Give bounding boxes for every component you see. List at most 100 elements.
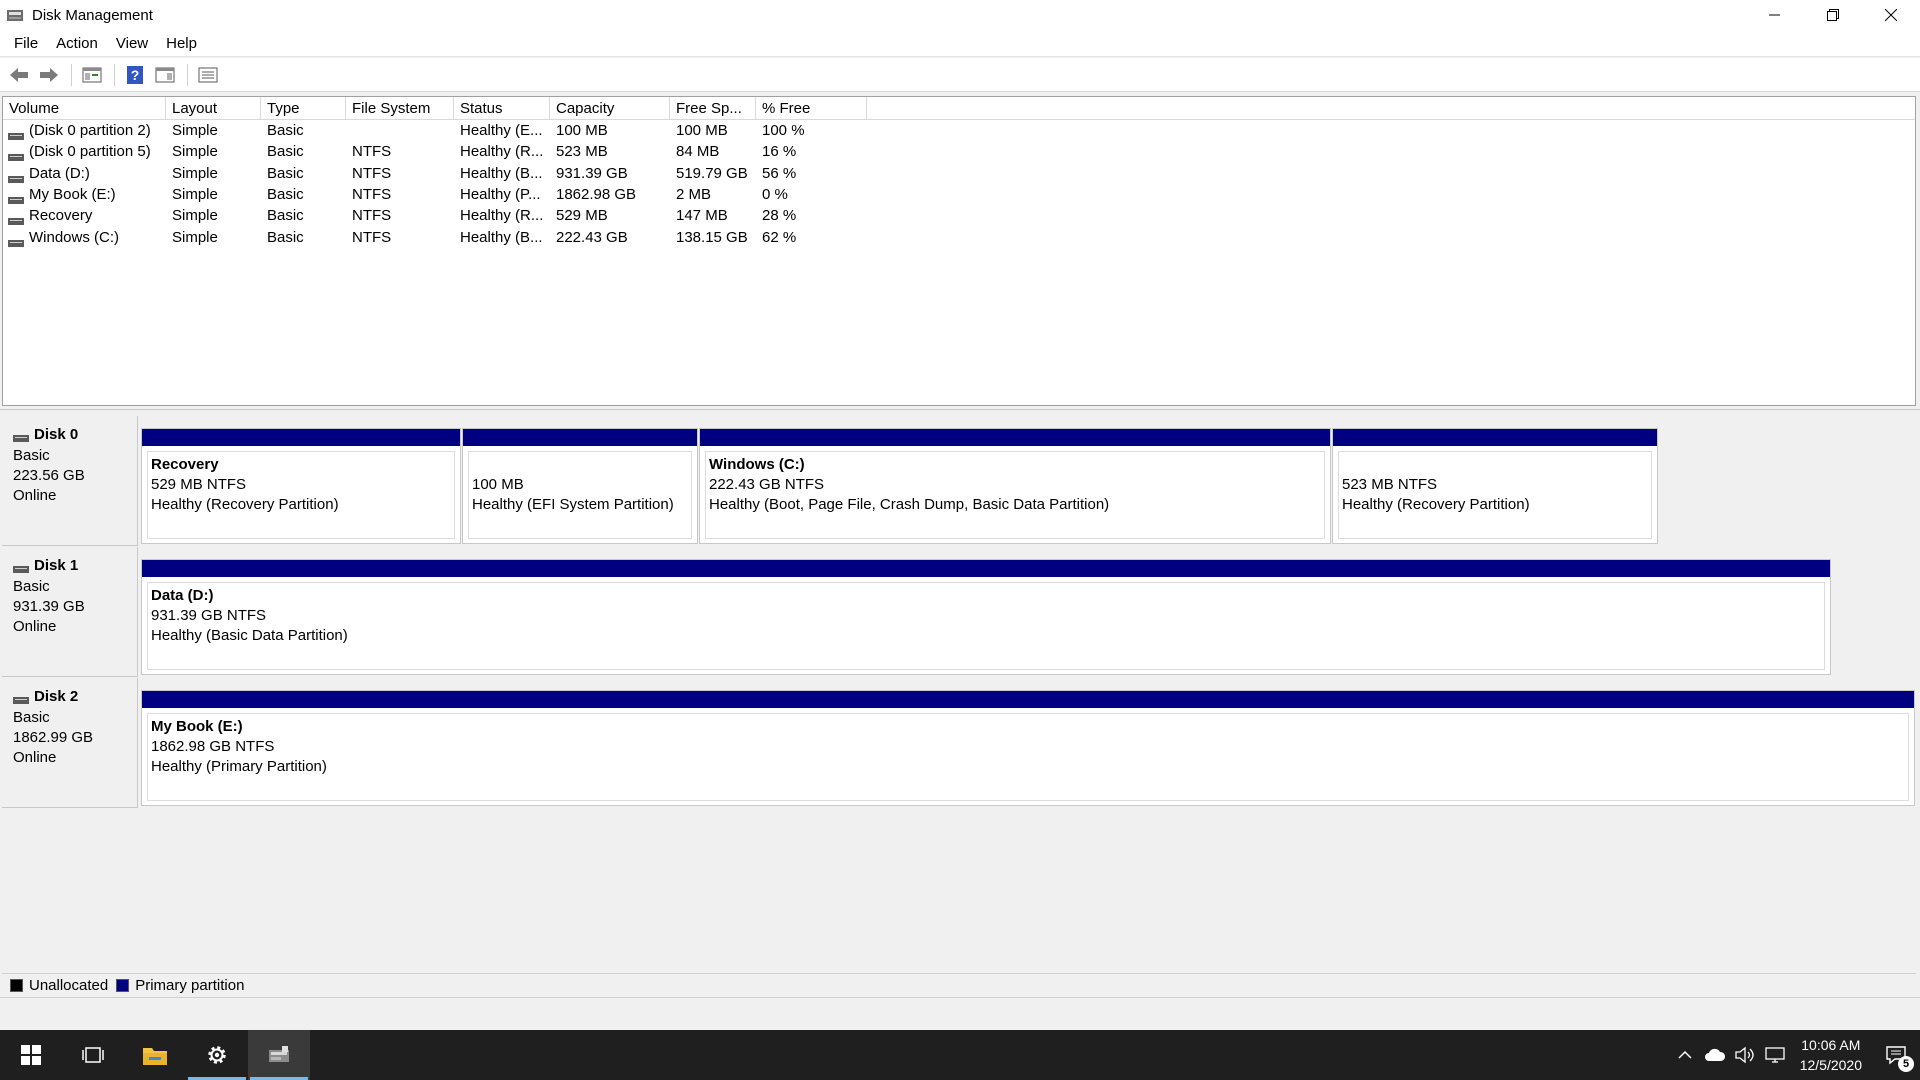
table-cell: Healthy (E... (454, 120, 550, 141)
console-tree-icon (82, 67, 102, 82)
table-cell: Basic (261, 227, 346, 248)
disk-size: 1862.99 GB (13, 729, 94, 746)
table-row[interactable]: Data (D:) Simple Basic NTFS Healthy (B... 931… (3, 163, 1915, 184)
disk-label-2[interactable]: Disk 2 Basic 1862.99 GB Online (2, 678, 138, 808)
file-explorer-button[interactable] (124, 1030, 186, 1080)
forward-button[interactable] (35, 62, 63, 88)
show-hidden-icons-button[interactable] (1670, 1030, 1700, 1080)
column-header-status[interactable]: Status (454, 97, 550, 120)
close-button[interactable] (1862, 0, 1920, 30)
table-row[interactable]: (Disk 0 partition 5) Simple Basic NTFS Healt… (3, 141, 1915, 162)
settings-button[interactable] (186, 1030, 248, 1080)
menu-file[interactable]: File (5, 30, 47, 57)
column-header-type[interactable]: Type (261, 97, 346, 120)
cell-text: 147 MB (676, 207, 728, 225)
table-cell: Simple (166, 163, 261, 184)
column-header-percent-free[interactable]: % Free (756, 97, 867, 120)
partition-windows-c[interactable]: Windows (C:) 222.43 GB NTFS Healthy (Boo… (699, 428, 1331, 544)
back-button[interactable] (5, 62, 33, 88)
cell-text: 100 MB (676, 122, 728, 140)
table-cell: Healthy (B... (454, 163, 550, 184)
primary-partition-bar (700, 429, 1330, 446)
cell-text: 100 MB (556, 122, 608, 140)
table-cell: (Disk 0 partition 5) (3, 141, 166, 162)
legend: Unallocated Primary partition (2, 973, 1916, 997)
cell-text: Basic (267, 207, 304, 225)
start-button[interactable] (0, 1030, 62, 1080)
help-button[interactable]: ? (121, 62, 149, 88)
toolbar: ? (0, 58, 1920, 92)
cell-text: Healthy (B... (460, 228, 543, 246)
partition-recovery[interactable]: Recovery 529 MB NTFS Healthy (Recovery P… (141, 428, 461, 544)
table-row[interactable]: Windows (C:) Simple Basic NTFS Healthy (B...… (3, 226, 1915, 247)
table-cell: 84 MB (670, 141, 756, 162)
menu-action[interactable]: Action (47, 30, 107, 57)
menu-view[interactable]: View (107, 30, 157, 57)
volume-button[interactable] (1730, 1030, 1760, 1080)
partition-data-d[interactable]: Data (D:) 931.39 GB NTFS Healthy (Basic … (141, 559, 1831, 675)
cell-text: Basic (267, 164, 304, 182)
minimize-button[interactable] (1746, 0, 1804, 30)
partition-my-book-e[interactable]: My Book (E:) 1862.98 GB NTFS Healthy (Pr… (141, 690, 1915, 806)
onedrive-button[interactable] (1700, 1030, 1730, 1080)
disk-type: Basic (13, 709, 50, 726)
menu-help[interactable]: Help (157, 30, 206, 57)
toolbar-separator (187, 63, 188, 86)
clock-time: 10:06 AM (1801, 1037, 1861, 1053)
cell-text: Healthy (E... (460, 122, 543, 140)
volume-list[interactable]: Volume Layout Type File System Status Ca… (2, 96, 1916, 406)
volume-icon (8, 169, 24, 183)
partition-efi[interactable]: 100 MB Healthy (EFI System Partition) (462, 428, 698, 544)
partition-name: My Book (E:) (151, 718, 243, 735)
table-row[interactable]: (Disk 0 partition 2) Simple Basic Healthy (… (3, 120, 1915, 141)
restore-button[interactable] (1804, 0, 1862, 30)
clock[interactable]: 10:06 AM 12/5/2020 (1790, 1035, 1872, 1075)
cell-text: 0 % (762, 186, 788, 204)
cell-text: 523 MB (556, 143, 608, 161)
task-view-button[interactable] (62, 1030, 124, 1080)
cell-text: Simple (172, 164, 218, 182)
action-center-button[interactable]: 5 (1872, 1030, 1920, 1080)
table-cell: 222.43 GB (550, 227, 670, 248)
system-tray: 10:06 AM 12/5/2020 5 (1670, 1030, 1920, 1080)
table-row[interactable]: My Book (E:) Simple Basic NTFS Healthy (P...… (3, 184, 1915, 205)
folder-icon (143, 1048, 167, 1065)
column-header-volume[interactable]: Volume (3, 97, 166, 120)
disk-management-icon (6, 7, 24, 23)
cell-text: NTFS (352, 186, 392, 204)
primary-partition-bar (142, 560, 1830, 577)
network-button[interactable] (1760, 1030, 1790, 1080)
partition-status: Healthy (Basic Data Partition) (151, 627, 348, 644)
disk-icon (13, 692, 29, 704)
partition-recovery-523[interactable]: 523 MB NTFS Healthy (Recovery Partition) (1332, 428, 1658, 544)
disk-icon (13, 430, 29, 442)
column-header-capacity[interactable]: Capacity (550, 97, 670, 120)
show-hide-action-pane-button[interactable] (151, 62, 179, 88)
table-cell: Basic (261, 163, 346, 184)
disk-label-0[interactable]: Disk 0 Basic 223.56 GB Online (2, 416, 138, 546)
taskbar: 10:06 AM 12/5/2020 5 (0, 1030, 1920, 1080)
disk-row-0: Disk 0 Basic 223.56 GB Online Recovery 5… (2, 416, 1916, 546)
show-hide-console-tree-button[interactable] (78, 62, 106, 88)
cell-text: Basic (267, 143, 304, 161)
partition-status: Healthy (Primary Partition) (151, 758, 327, 775)
volume-icon (8, 233, 24, 247)
cell-text: Healthy (R... (460, 143, 544, 161)
column-header-free-space[interactable]: Free Sp... (670, 97, 756, 120)
table-cell: Simple (166, 184, 261, 205)
column-header-file-system[interactable]: File System (346, 97, 454, 120)
table-cell: 0 % (756, 184, 867, 205)
table-cell: Healthy (R... (454, 205, 550, 226)
disk-management-taskbar-button[interactable] (248, 1030, 310, 1080)
disk-label-1[interactable]: Disk 1 Basic 931.39 GB Online (2, 547, 138, 677)
table-cell: NTFS (346, 184, 454, 205)
table-cell: Basic (261, 205, 346, 226)
properties-button[interactable] (194, 62, 222, 88)
volume-icon (8, 126, 24, 141)
cell-text: Basic (267, 186, 304, 204)
column-header-layout[interactable]: Layout (166, 97, 261, 120)
disk-name: Disk 1 (34, 557, 79, 574)
table-cell: Windows (C:) (3, 227, 166, 248)
table-row[interactable]: Recovery Simple Basic NTFS Healthy (R... 529 … (3, 205, 1915, 226)
menu-bar: File Action View Help (0, 30, 1920, 57)
